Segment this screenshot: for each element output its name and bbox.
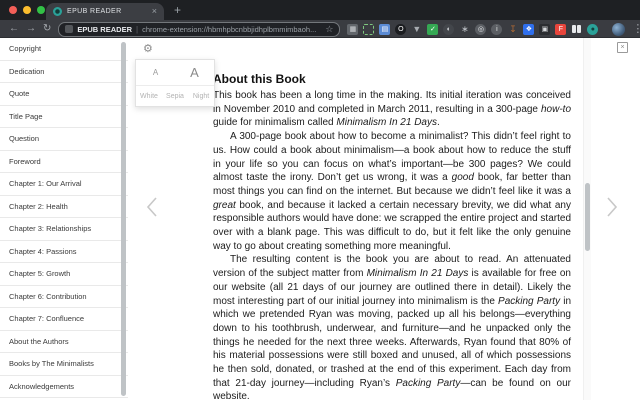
reader-main: ⚙ A A White Sepia Night × About this Boo… bbox=[128, 38, 640, 400]
content-scrollbar-thumb[interactable] bbox=[585, 183, 590, 251]
content-scrollbar[interactable] bbox=[583, 38, 591, 400]
sidebar-item[interactable]: Title Page bbox=[0, 106, 128, 128]
theme-option-sepia[interactable]: Sepia bbox=[162, 93, 188, 100]
sidebar-item[interactable]: Chapter 2: Health bbox=[0, 196, 128, 218]
settings-gear-icon[interactable]: ⚙ bbox=[143, 42, 153, 55]
omnibox-url: chrome-extension://hbmhpbcnbbjidhplbmmim… bbox=[142, 24, 317, 34]
window-close-button[interactable] bbox=[9, 6, 17, 14]
sidebar-item[interactable]: Chapter 5: Growth bbox=[0, 263, 128, 286]
theme-row: White Sepia Night bbox=[136, 86, 214, 106]
omnibox-extension-icon bbox=[65, 25, 74, 33]
target-extension-icon[interactable]: ◎ bbox=[475, 23, 487, 35]
settings-popup: A A White Sepia Night bbox=[135, 59, 215, 107]
address-bar[interactable]: EPUB READER | chrome-extension://hbmhpbc… bbox=[58, 21, 341, 37]
omnibox-separator: | bbox=[135, 24, 139, 34]
traffic-lights bbox=[0, 6, 45, 20]
tab-close-icon[interactable]: × bbox=[152, 7, 157, 16]
sidebar-item[interactable]: Quote bbox=[0, 83, 128, 106]
sidebar-scrollbar[interactable] bbox=[121, 42, 126, 396]
new-tab-button[interactable]: + bbox=[174, 4, 181, 16]
next-page-button[interactable] bbox=[606, 196, 618, 223]
close-reader-button[interactable]: × bbox=[617, 42, 628, 53]
reader-page: Copyright Dedication Quote Title Page Questi… bbox=[0, 38, 640, 400]
sidebar-item[interactable]: Chapter 1: Our Arrival bbox=[0, 173, 128, 196]
sidebar-item[interactable]: Dedication bbox=[0, 61, 128, 83]
shield-extension-icon[interactable]: ✓ bbox=[427, 23, 439, 35]
paragraph: The resulting content is the book you ar… bbox=[213, 254, 572, 400]
sidebar-item[interactable]: Chapter 6: Contribution bbox=[0, 286, 128, 308]
sidebar-item[interactable]: Chapter 4: Passions bbox=[0, 241, 128, 263]
omnibox-extension-name: EPUB READER bbox=[77, 24, 132, 34]
back-icon[interactable]: ← bbox=[9, 24, 19, 34]
caret-extension-icon[interactable]: ▼ bbox=[411, 24, 422, 35]
browser-menu-icon[interactable]: ⋮ bbox=[632, 23, 640, 35]
book-extension-icon[interactable] bbox=[571, 24, 582, 35]
flower-extension-icon[interactable]: ∗ bbox=[459, 24, 470, 35]
sidebar-item[interactable]: Question bbox=[0, 128, 128, 151]
font-increase-button[interactable]: A bbox=[175, 65, 214, 80]
browser-window: EPUB READER × + ← → ↻ EPUB READER | chro… bbox=[0, 0, 640, 400]
sidebar-item[interactable]: Chapter 7: Confluence bbox=[0, 308, 128, 331]
chevron-right-icon bbox=[607, 197, 618, 217]
theme-option-white[interactable]: White bbox=[136, 93, 162, 100]
red-f-extension-icon[interactable]: F bbox=[555, 23, 567, 35]
prev-page-button[interactable] bbox=[146, 196, 158, 223]
forward-icon[interactable]: → bbox=[26, 24, 36, 34]
teal-extension-icon[interactable]: ● bbox=[587, 23, 599, 35]
sidebar-item[interactable]: Acknowledgements bbox=[0, 376, 128, 398]
circle-o-extension-icon[interactable]: O bbox=[395, 23, 407, 35]
bookmark-star-icon[interactable]: ☆ bbox=[325, 24, 333, 34]
extension-favicon-icon bbox=[53, 7, 62, 16]
swirl-extension-icon[interactable]: ◐ bbox=[443, 23, 455, 35]
browser-tab[interactable]: EPUB READER × bbox=[46, 3, 164, 20]
document-extension-icon[interactable]: ▤ bbox=[379, 23, 391, 35]
paragraph: A 300-page book about how to become a mi… bbox=[213, 131, 572, 252]
extensions-row: ▦ ▤ O ▼ ✓ ◐ ∗ ◎ i ↧ ❖ ▣ F ● bbox=[347, 23, 599, 35]
font-size-row: A A bbox=[136, 60, 214, 86]
sidebar-item[interactable]: About the Authors bbox=[0, 331, 128, 353]
toc-sidebar: Copyright Dedication Quote Title Page Questi… bbox=[0, 38, 128, 400]
sidebar-item[interactable]: Books by The Minimalists bbox=[0, 353, 128, 376]
sidebar-item[interactable]: Foreword bbox=[0, 151, 128, 173]
book-content: About this Book This book has been a lon… bbox=[213, 72, 571, 400]
screenshot-extension-icon[interactable]: ▣ bbox=[539, 23, 551, 35]
chevron-left-icon bbox=[146, 197, 157, 217]
browser-toolbar: ← → ↻ EPUB READER | chrome-extension://h… bbox=[0, 20, 640, 38]
window-zoom-button[interactable] bbox=[37, 6, 45, 14]
download-extension-icon[interactable]: ↧ bbox=[507, 24, 518, 35]
tab-strip: EPUB READER × + bbox=[0, 0, 640, 20]
window-minimize-button[interactable] bbox=[23, 6, 31, 14]
sidebar-item[interactable]: Chapter 3: Relationships bbox=[0, 218, 128, 241]
sidebar-item[interactable]: Copyright bbox=[0, 38, 128, 61]
grid-extension-icon[interactable]: ▦ bbox=[347, 23, 359, 35]
diamond-extension-icon[interactable]: ❖ bbox=[523, 23, 535, 35]
theme-option-night[interactable]: Night bbox=[188, 93, 214, 100]
info-extension-icon[interactable]: i bbox=[491, 23, 503, 35]
paragraphs-container: This book has been a long time in the ma… bbox=[213, 89, 571, 400]
page-title: About this Book bbox=[213, 72, 306, 86]
font-decrease-button[interactable]: A bbox=[136, 68, 175, 77]
profile-avatar[interactable] bbox=[612, 22, 626, 36]
toc-list: Copyright Dedication Quote Title Page Questi… bbox=[0, 38, 128, 398]
reload-icon[interactable]: ↻ bbox=[43, 24, 51, 34]
selection-extension-icon[interactable] bbox=[363, 23, 375, 35]
tab-title: EPUB READER bbox=[67, 8, 122, 15]
paragraph: This book has been a long time in the ma… bbox=[213, 90, 571, 129]
